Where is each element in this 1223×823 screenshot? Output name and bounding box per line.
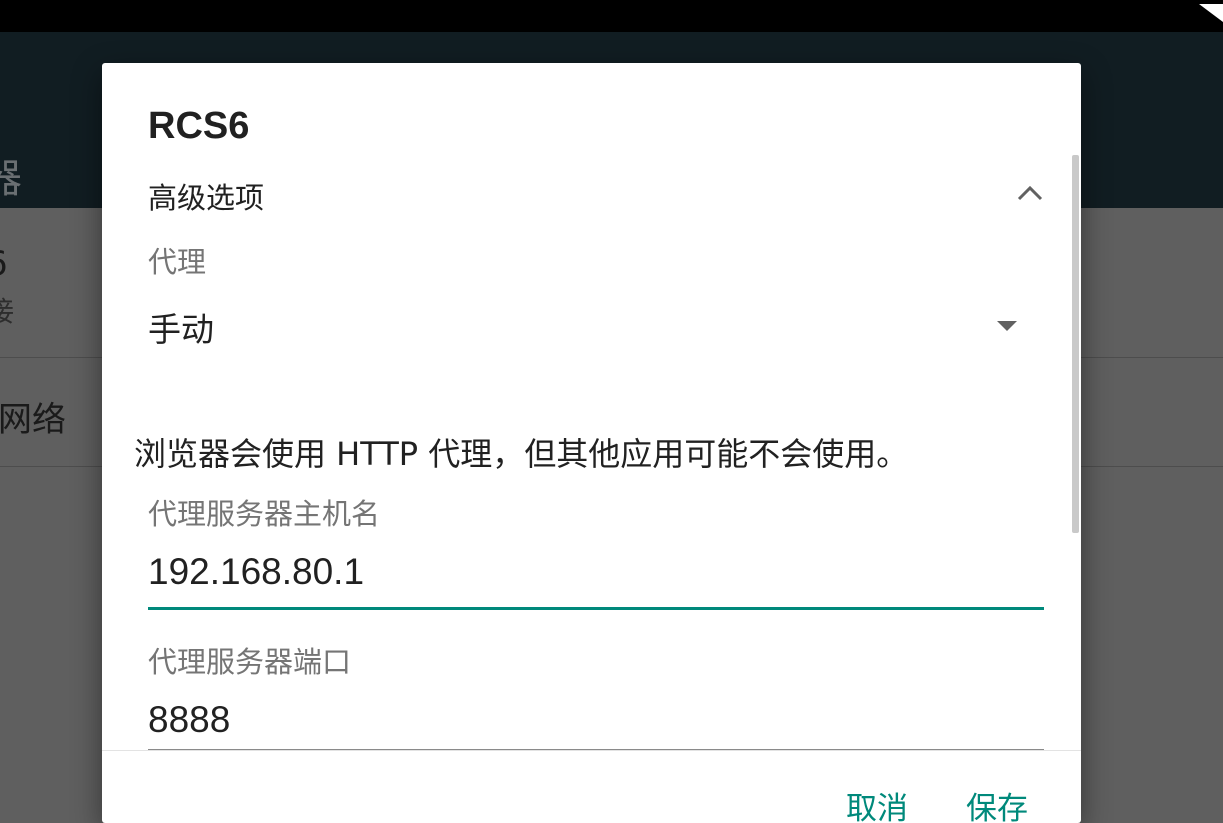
status-bar (0, 0, 1223, 32)
host-input[interactable]: 192.168.80.1 (148, 547, 1044, 610)
host-label: 代理服务器主机名 (148, 497, 381, 531)
proxy-notice: 浏览器会使用 HTTP 代理，但其他应用可能不会使用。 (134, 435, 909, 473)
background-page-title: 器 (0, 156, 22, 202)
background-network-name: 6 (0, 244, 8, 284)
proxy-label: 代理 (148, 245, 207, 279)
port-value: 8888 (148, 699, 231, 740)
background-network-status: 接 (0, 295, 15, 328)
background-add-network: 网络 (0, 400, 66, 440)
wifi-icon (1199, 4, 1223, 22)
caret-down-icon (997, 321, 1017, 331)
dialog-title: RCS6 (148, 105, 250, 147)
proxy-dropdown[interactable]: 手动 (148, 299, 1028, 353)
port-label: 代理服务器端口 (148, 645, 352, 679)
advanced-options-toggle[interactable]: 高级选项 (148, 171, 1048, 217)
port-input[interactable]: 8888 (148, 695, 1044, 750)
dialog-footer-divider (102, 750, 1081, 751)
save-button[interactable]: 保存 (966, 783, 1028, 823)
dialog-scrollbar[interactable] (1072, 155, 1079, 533)
proxy-settings-dialog: RCS6 高级选项 代理 手动 浏览器会使用 HTTP 代理，但其他应用可能不会… (102, 63, 1081, 823)
host-value: 192.168.80.1 (148, 551, 365, 592)
proxy-selected-value: 手动 (148, 310, 214, 349)
chevron-up-icon (1017, 185, 1043, 201)
cancel-button[interactable]: 取消 (846, 783, 908, 823)
advanced-options-label: 高级选项 (148, 181, 265, 215)
